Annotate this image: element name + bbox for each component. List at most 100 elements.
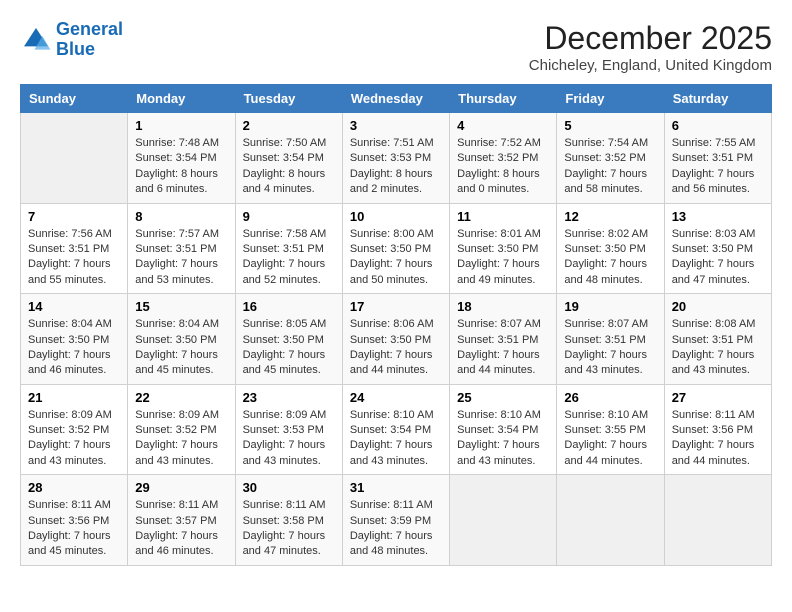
day-info: Sunrise: 7:54 AM Sunset: 3:52 PM Dayligh… (564, 136, 656, 198)
calendar-cell: 7 Sunrise: 7:56 AM Sunset: 3:51 PM Daylig… (21, 203, 128, 294)
day-number: 21 (28, 390, 120, 405)
day-number: 25 (457, 390, 549, 405)
day-info: Sunrise: 7:56 AM Sunset: 3:51 PM Dayligh… (28, 227, 120, 289)
calendar-cell: 28 Sunrise: 8:11 AM Sunset: 3:56 PM Dayli… (21, 475, 128, 566)
day-info: Sunrise: 8:10 AM Sunset: 3:55 PM Dayligh… (564, 408, 656, 470)
day-number: 24 (350, 390, 442, 405)
header-cell-tuesday: Tuesday (235, 85, 342, 113)
day-number: 10 (350, 209, 442, 224)
week-row-4: 21 Sunrise: 8:09 AM Sunset: 3:52 PM Dayli… (21, 384, 772, 475)
location: Chicheley, England, United Kingdom (529, 57, 772, 74)
day-info: Sunrise: 8:11 AM Sunset: 3:56 PM Dayligh… (672, 408, 764, 470)
day-number: 11 (457, 209, 549, 224)
calendar-cell: 19 Sunrise: 8:07 AM Sunset: 3:51 PM Dayli… (557, 294, 664, 385)
logo: General Blue (20, 20, 123, 60)
day-info: Sunrise: 8:06 AM Sunset: 3:50 PM Dayligh… (350, 317, 442, 379)
day-info: Sunrise: 8:00 AM Sunset: 3:50 PM Dayligh… (350, 227, 442, 289)
day-number: 27 (672, 390, 764, 405)
calendar-cell: 10 Sunrise: 8:00 AM Sunset: 3:50 PM Dayli… (342, 203, 449, 294)
calendar-cell: 22Sunrise: 8:09 AM Sunset: 3:52 PM Dayli… (128, 384, 235, 475)
title-block: December 2025 Chicheley, England, United… (529, 20, 772, 74)
calendar-cell: 17 Sunrise: 8:06 AM Sunset: 3:50 PM Dayli… (342, 294, 449, 385)
calendar-cell: 1Sunrise: 7:48 AM Sunset: 3:54 PM Daylig… (128, 113, 235, 204)
day-info: Sunrise: 7:55 AM Sunset: 3:51 PM Dayligh… (672, 136, 764, 198)
week-row-5: 28 Sunrise: 8:11 AM Sunset: 3:56 PM Dayli… (21, 475, 772, 566)
day-number: 16 (243, 299, 335, 314)
day-info: Sunrise: 8:09 AM Sunset: 3:52 PM Dayligh… (28, 408, 120, 470)
day-number: 6 (672, 118, 764, 133)
header-cell-monday: Monday (128, 85, 235, 113)
calendar-cell: 30Sunrise: 8:11 AM Sunset: 3:58 PM Dayli… (235, 475, 342, 566)
calendar-cell: 13Sunrise: 8:03 AM Sunset: 3:50 PM Dayli… (664, 203, 771, 294)
logo-icon (20, 24, 52, 56)
day-number: 14 (28, 299, 120, 314)
header-row: SundayMondayTuesdayWednesdayThursdayFrid… (21, 85, 772, 113)
calendar-cell: 3Sunrise: 7:51 AM Sunset: 3:53 PM Daylig… (342, 113, 449, 204)
day-number: 15 (135, 299, 227, 314)
calendar-cell (557, 475, 664, 566)
header-cell-friday: Friday (557, 85, 664, 113)
day-info: Sunrise: 8:04 AM Sunset: 3:50 PM Dayligh… (28, 317, 120, 379)
day-number: 18 (457, 299, 549, 314)
day-info: Sunrise: 8:09 AM Sunset: 3:53 PM Dayligh… (243, 408, 335, 470)
day-info: Sunrise: 8:11 AM Sunset: 3:59 PM Dayligh… (350, 498, 442, 560)
calendar-cell: 25 Sunrise: 8:10 AM Sunset: 3:54 PM Dayli… (450, 384, 557, 475)
calendar-cell: 31Sunrise: 8:11 AM Sunset: 3:59 PM Dayli… (342, 475, 449, 566)
header-cell-thursday: Thursday (450, 85, 557, 113)
day-number: 28 (28, 480, 120, 495)
month-title: December 2025 (529, 20, 772, 57)
day-number: 26 (564, 390, 656, 405)
calendar-cell (450, 475, 557, 566)
calendar-body: 1Sunrise: 7:48 AM Sunset: 3:54 PM Daylig… (21, 113, 772, 566)
day-info: Sunrise: 8:07 AM Sunset: 3:51 PM Dayligh… (457, 317, 549, 379)
day-number: 17 (350, 299, 442, 314)
day-info: Sunrise: 8:03 AM Sunset: 3:50 PM Dayligh… (672, 227, 764, 289)
calendar-cell: 24 Sunrise: 8:10 AM Sunset: 3:54 PM Dayli… (342, 384, 449, 475)
day-info: Sunrise: 8:10 AM Sunset: 3:54 PM Dayligh… (350, 408, 442, 470)
day-info: Sunrise: 8:10 AM Sunset: 3:54 PM Dayligh… (457, 408, 549, 470)
day-info: Sunrise: 8:01 AM Sunset: 3:50 PM Dayligh… (457, 227, 549, 289)
calendar-cell: 14 Sunrise: 8:04 AM Sunset: 3:50 PM Dayli… (21, 294, 128, 385)
page-header: General Blue December 2025 Chicheley, En… (20, 20, 772, 74)
day-info: Sunrise: 7:48 AM Sunset: 3:54 PM Dayligh… (135, 136, 227, 198)
day-info: Sunrise: 8:05 AM Sunset: 3:50 PM Dayligh… (243, 317, 335, 379)
calendar-cell: 18 Sunrise: 8:07 AM Sunset: 3:51 PM Dayli… (450, 294, 557, 385)
calendar-cell: 29Sunrise: 8:11 AM Sunset: 3:57 PM Dayli… (128, 475, 235, 566)
header-cell-wednesday: Wednesday (342, 85, 449, 113)
day-number: 3 (350, 118, 442, 133)
calendar-cell (21, 113, 128, 204)
calendar-cell: 23Sunrise: 8:09 AM Sunset: 3:53 PM Dayli… (235, 384, 342, 475)
day-number: 20 (672, 299, 764, 314)
day-info: Sunrise: 8:11 AM Sunset: 3:57 PM Dayligh… (135, 498, 227, 560)
day-info: Sunrise: 8:11 AM Sunset: 3:56 PM Dayligh… (28, 498, 120, 560)
day-info: Sunrise: 7:50 AM Sunset: 3:54 PM Dayligh… (243, 136, 335, 198)
day-number: 12 (564, 209, 656, 224)
calendar-cell: 20 Sunrise: 8:08 AM Sunset: 3:51 PM Dayli… (664, 294, 771, 385)
day-number: 7 (28, 209, 120, 224)
day-info: Sunrise: 7:52 AM Sunset: 3:52 PM Dayligh… (457, 136, 549, 198)
logo-line2: Blue (56, 39, 95, 59)
calendar-header: SundayMondayTuesdayWednesdayThursdayFrid… (21, 85, 772, 113)
day-info: Sunrise: 8:08 AM Sunset: 3:51 PM Dayligh… (672, 317, 764, 379)
calendar-cell: 4Sunrise: 7:52 AM Sunset: 3:52 PM Daylig… (450, 113, 557, 204)
day-number: 8 (135, 209, 227, 224)
week-row-2: 7 Sunrise: 7:56 AM Sunset: 3:51 PM Daylig… (21, 203, 772, 294)
calendar-cell: 5 Sunrise: 7:54 AM Sunset: 3:52 PM Daylig… (557, 113, 664, 204)
calendar-cell: 2 Sunrise: 7:50 AM Sunset: 3:54 PM Daylig… (235, 113, 342, 204)
logo-line1: General (56, 19, 123, 39)
calendar-cell: 15 Sunrise: 8:04 AM Sunset: 3:50 PM Dayli… (128, 294, 235, 385)
day-number: 5 (564, 118, 656, 133)
day-number: 22 (135, 390, 227, 405)
day-info: Sunrise: 8:02 AM Sunset: 3:50 PM Dayligh… (564, 227, 656, 289)
day-number: 19 (564, 299, 656, 314)
week-row-1: 1Sunrise: 7:48 AM Sunset: 3:54 PM Daylig… (21, 113, 772, 204)
calendar-cell: 27 Sunrise: 8:11 AM Sunset: 3:56 PM Dayli… (664, 384, 771, 475)
week-row-3: 14 Sunrise: 8:04 AM Sunset: 3:50 PM Dayli… (21, 294, 772, 385)
day-info: Sunrise: 8:04 AM Sunset: 3:50 PM Dayligh… (135, 317, 227, 379)
calendar-cell: 6 Sunrise: 7:55 AM Sunset: 3:51 PM Daylig… (664, 113, 771, 204)
day-number: 2 (243, 118, 335, 133)
header-cell-sunday: Sunday (21, 85, 128, 113)
calendar-cell: 21 Sunrise: 8:09 AM Sunset: 3:52 PM Dayli… (21, 384, 128, 475)
day-info: Sunrise: 8:07 AM Sunset: 3:51 PM Dayligh… (564, 317, 656, 379)
day-number: 30 (243, 480, 335, 495)
